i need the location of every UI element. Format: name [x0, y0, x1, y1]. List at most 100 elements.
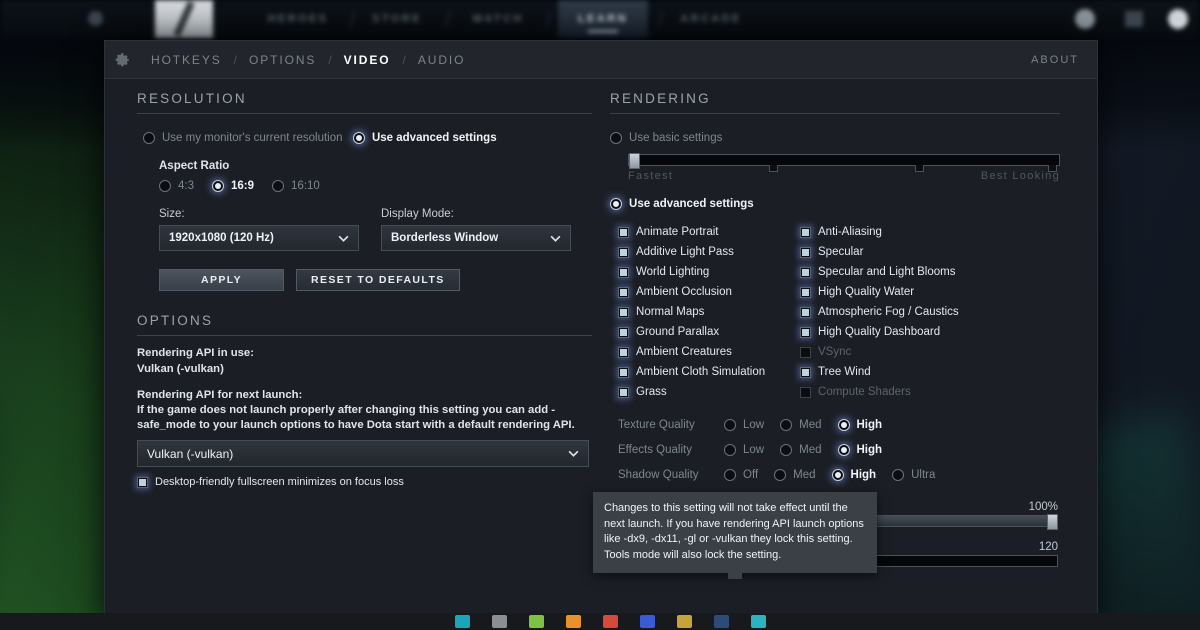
topnav-separator [444, 12, 451, 27]
divider [610, 113, 1061, 114]
slider-notch [769, 165, 779, 172]
checkbox-tree-wind[interactable]: Tree Wind [800, 362, 1030, 382]
radio-shadow-quality-high[interactable]: High [831, 468, 876, 481]
checkbox-ambient-cloth-simulation[interactable]: Ambient Cloth Simulation [618, 362, 800, 382]
apply-button[interactable]: APPLY [159, 269, 284, 291]
checkbox-world-lighting[interactable]: World Lighting [618, 262, 800, 282]
radio-advanced-resolution-label: Use advanced settings [371, 132, 497, 144]
radio-dot-icon [610, 132, 623, 144]
checkbox-icon [800, 226, 812, 238]
radio-basic-rendering[interactable]: Use basic settings [610, 132, 722, 144]
taskbar-icon-1[interactable] [492, 615, 507, 628]
radio-effects-quality-low[interactable]: Low [724, 443, 764, 456]
checkbox-additive-light-pass[interactable]: Additive Light Pass [618, 242, 800, 262]
radio-dot-icon [143, 132, 155, 144]
checkbox-ambient-creatures[interactable]: Ambient Creatures [618, 342, 800, 362]
radio-option-label: High [856, 443, 883, 456]
radio-monitor-resolution[interactable]: Use my monitor's current resolution [143, 132, 343, 144]
checkbox-normal-maps[interactable]: Normal Maps [618, 302, 800, 322]
checkbox-specular-and-light-blooms[interactable]: Specular and Light Blooms [800, 262, 1030, 282]
aspect-ratio-group: 4:3 16:9 16:10 [159, 180, 602, 192]
checkbox-desktop-friendly-label: Desktop-friendly fullscreen minimizes on… [155, 476, 404, 488]
rendering-api-tooltip: Changes to this setting will not take ef… [593, 492, 877, 579]
checkbox-animate-portrait[interactable]: Animate Portrait [618, 222, 800, 242]
radio-effects-quality-med[interactable]: Med [780, 443, 822, 456]
radio-advanced-resolution[interactable]: Use advanced settings [352, 132, 497, 144]
radio-texture-quality-med[interactable]: Med [780, 418, 822, 431]
topnav-item-heroes[interactable]: HEROES [255, 0, 341, 38]
dota-logo[interactable] [155, 0, 213, 38]
radio-texture-quality-high[interactable]: High [837, 418, 882, 431]
checkbox-ambient-occlusion[interactable]: Ambient Occlusion [618, 282, 800, 302]
radio-effects-quality-high[interactable]: High [837, 443, 883, 456]
tooltip-tail [728, 572, 742, 579]
checkbox-icon [618, 346, 630, 358]
radio-option-label: Low [743, 418, 765, 431]
checkbox-label: Ambient Creatures [636, 346, 732, 358]
checkbox-icon [618, 226, 630, 238]
tab-video[interactable]: VIDEO [332, 53, 403, 67]
taskbar-icon-7[interactable] [714, 615, 729, 628]
taskbar-icon-5[interactable] [640, 615, 655, 628]
quality-slider-handle[interactable] [629, 153, 641, 169]
rendering-api-dropdown[interactable]: Vulkan (-vulkan) [137, 440, 589, 467]
render-scale-handle[interactable] [1047, 514, 1059, 530]
checkbox-atmospheric-fog-caustics[interactable]: Atmospheric Fog / Caustics [800, 302, 1030, 322]
radio-shadow-quality-off[interactable]: Off [724, 468, 758, 481]
topnav-separator [657, 12, 664, 27]
quality-slider-track[interactable] [628, 153, 1061, 172]
radio-aspect-16-9[interactable]: 16:9 [212, 180, 254, 192]
tab-options[interactable]: OPTIONS [237, 53, 328, 67]
avatar[interactable] [1168, 9, 1188, 29]
tooltip-text: Changes to this setting will not take ef… [604, 502, 864, 561]
radio-texture-quality-low[interactable]: Low [724, 418, 765, 431]
friends-icon[interactable] [1125, 11, 1143, 27]
tab-audio[interactable]: AUDIO [406, 53, 478, 67]
radio-dot-icon [724, 418, 737, 431]
radio-aspect-16-10[interactable]: 16:10 [272, 180, 320, 192]
os-taskbar[interactable] [0, 613, 1200, 630]
radio-advanced-rendering[interactable]: Use advanced settings [610, 198, 754, 210]
checkbox-grass[interactable]: Grass [618, 382, 800, 402]
api-in-use-value: Vulkan (-vulkan) [137, 363, 224, 375]
taskbar-icon-6[interactable] [677, 615, 692, 628]
checkbox-anti-aliasing[interactable]: Anti-Aliasing [800, 222, 1030, 242]
checkbox-desktop-friendly-fullscreen[interactable]: Desktop-friendly fullscreen minimizes on… [137, 472, 602, 492]
radio-dot-icon [892, 468, 905, 481]
taskbar-icon-3[interactable] [566, 615, 581, 628]
radio-aspect-16-10-label: 16:10 [291, 180, 320, 192]
radio-aspect-4-3[interactable]: 4:3 [159, 180, 194, 192]
checkbox-ground-parallax[interactable]: Ground Parallax [618, 322, 800, 342]
api-in-use-label: Rendering API in use: [137, 347, 254, 359]
tab-hotkeys[interactable]: HOTKEYS [139, 53, 234, 67]
notification-icon[interactable] [1075, 9, 1095, 29]
taskbar-icon-8[interactable] [751, 615, 766, 628]
radio-shadow-quality-ultra[interactable]: Ultra [892, 468, 935, 481]
radio-shadow-quality-med[interactable]: Med [774, 468, 816, 481]
about-link[interactable]: ABOUT [1031, 54, 1079, 66]
taskbar-icon-4[interactable] [603, 615, 618, 628]
checkbox-specular[interactable]: Specular [800, 242, 1030, 262]
taskbar-icon-0[interactable] [455, 615, 470, 628]
radio-dot-icon [831, 468, 844, 481]
checkbox-icon [618, 386, 630, 398]
dota-top-navigation[interactable]: HEROES STORE WATCH LEARN ARCADE [0, 0, 1200, 38]
quality-row-texture-quality: Texture Quality Low Med High [618, 412, 1097, 437]
checkbox-vsync[interactable]: VSync [800, 342, 1030, 362]
quality-row-label: Texture Quality [618, 418, 695, 431]
checkbox-icon [800, 246, 812, 258]
checkbox-high-quality-dashboard[interactable]: High Quality Dashboard [800, 322, 1030, 342]
checkbox-compute-shaders[interactable]: Compute Shaders [800, 382, 1030, 402]
taskbar-icon-2[interactable] [529, 615, 544, 628]
checkbox-label: Additive Light Pass [636, 246, 734, 258]
radio-dot-icon [724, 443, 737, 456]
topnav-item-arcade[interactable]: ARCADE [668, 0, 754, 38]
checkbox-high-quality-water[interactable]: High Quality Water [800, 282, 1030, 302]
size-dropdown[interactable]: 1920x1080 (120 Hz) [159, 225, 359, 251]
reset-defaults-button[interactable]: RESET TO DEFAULTS [296, 269, 460, 291]
topnav-item-watch[interactable]: WATCH [460, 0, 536, 38]
topnav-item-store[interactable]: STORE [362, 0, 432, 38]
display-mode-dropdown[interactable]: Borderless Window [381, 225, 571, 251]
quality-slider-min-label: Fastest [628, 170, 674, 182]
quality-row-effects-quality: Effects Quality Low Med High [618, 437, 1097, 462]
